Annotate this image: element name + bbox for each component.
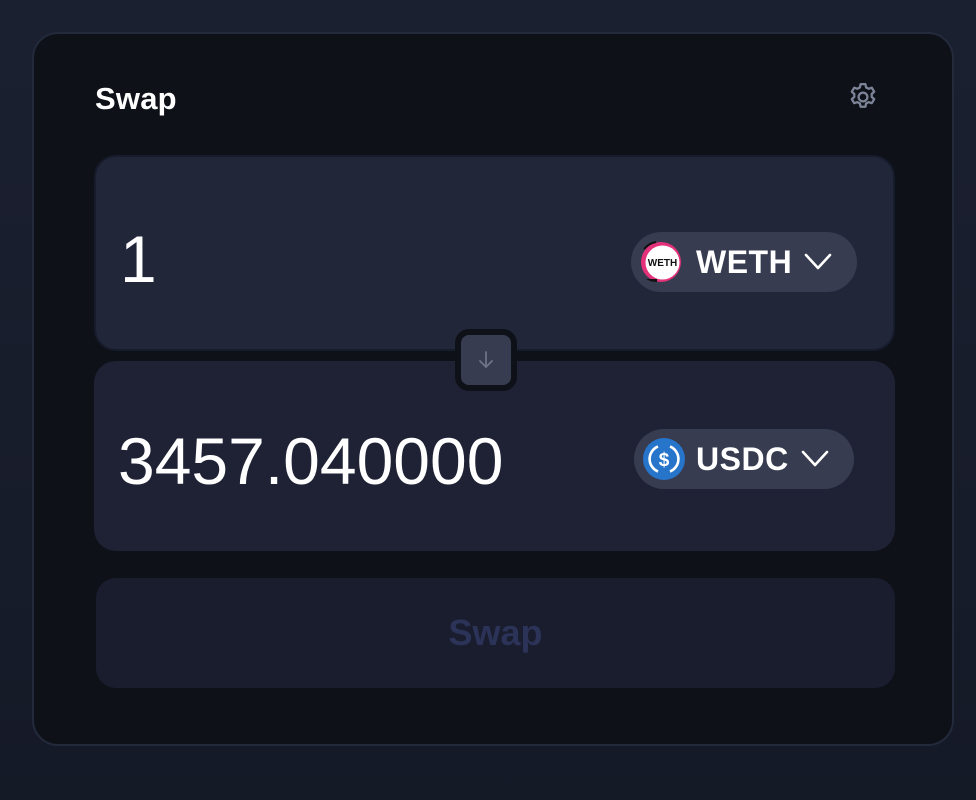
page-title: Swap [95,81,177,116]
swap-button[interactable]: Swap [96,578,895,688]
to-token-symbol: USDC [696,440,789,477]
from-amount-input[interactable] [120,219,580,299]
to-token-selector[interactable]: $ USDC [634,429,854,489]
chevron-down-icon [801,450,828,467]
usdc-token-icon: $ [643,438,685,480]
svg-text:WETH: WETH [648,258,677,269]
weth-token-icon: WETH [641,241,681,282]
svg-text:$: $ [659,450,670,471]
settings-button[interactable] [846,80,880,114]
chevron-down-icon [804,253,832,270]
from-token-selector[interactable]: WETH WETH [631,232,857,292]
from-token-symbol: WETH [696,243,793,280]
to-amount-input[interactable] [118,421,578,501]
swap-card: Swap WETH WETH [32,32,954,746]
flip-direction-button[interactable] [455,329,517,391]
gear-icon [850,82,876,108]
from-panel: WETH WETH [94,155,895,351]
arrow-down-icon [479,351,493,368]
